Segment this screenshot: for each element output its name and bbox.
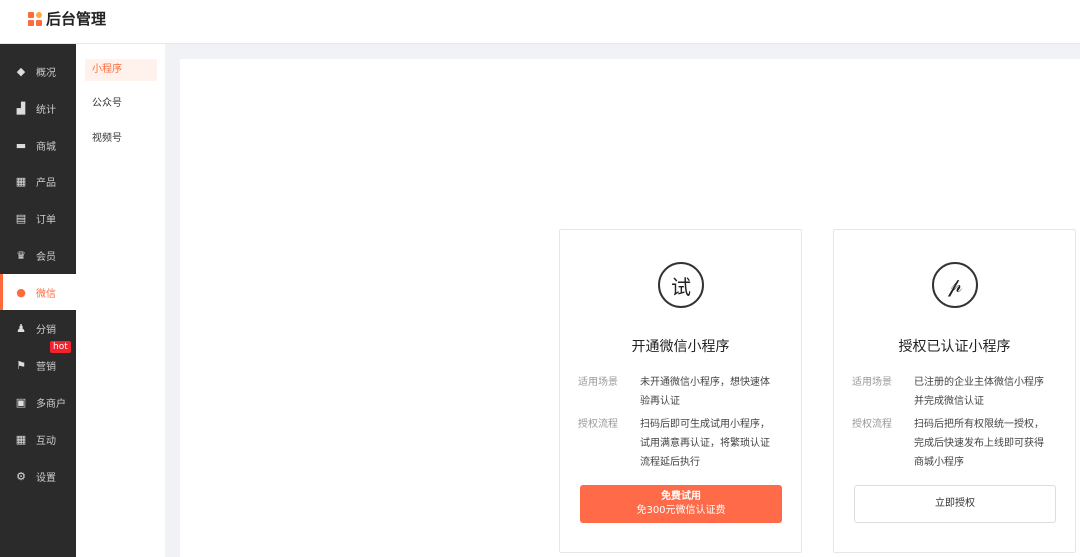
sidebar-item-label: 概况 [36,67,56,79]
sidebar-item-label: 设置 [36,472,56,484]
card-title: 授权已认证小程序 [898,339,1011,355]
sidebar-item-wechat[interactable]: ● 微信 [0,274,76,310]
trial-icon: 试 [658,262,704,308]
flow-label: 授权流程 [578,419,618,430]
scene-label: 适用场景 [852,377,892,388]
grid-icon: ▦ [15,174,27,188]
sidebar-item-label: 互动 [36,435,56,447]
sidebar-item-members[interactable]: ♛ 会员 [0,237,76,273]
app-title: 后台管理 [46,10,107,28]
logo-icon [28,11,42,26]
wechat-icon: ● [16,285,26,299]
hot-badge: hot [50,341,71,353]
layers-icon: ◆ [16,64,26,78]
scene-row: 适用场景 未开通微信小程序，想快速体 验再认证 [578,373,788,411]
free-trial-button[interactable]: 免费试用 免300元微信认证费 [580,485,782,523]
card-title: 开通微信小程序 [631,339,730,355]
sidebar-item-store[interactable]: ▬ 商城 [0,127,76,163]
trial-miniprogram-card: 试 开通微信小程序 适用场景 未开通微信小程序，想快速体 验再认证 授权流程 扫码… [559,229,802,553]
sidebar-item-label: 营销 [36,361,56,373]
flow-row: 授权流程 扫码后即可生成试用小程序， 试用满意再认证，将繁琐认证 流程延后执行 [578,415,788,472]
sidebar-item-label: 订单 [36,214,56,226]
sidebar-item-merchants[interactable]: ▣ 多商户 [0,384,76,420]
logo[interactable]: 后台管理 [28,8,106,29]
authorize-now-button[interactable]: 立即授权 [854,485,1056,523]
scene-row: 适用场景 已注册的企业主体微信小程序 并完成微信认证 [852,373,1062,411]
sidebar-item-label: 统计 [36,104,56,116]
sidebar-item-orders[interactable]: ▤ 订单 [0,200,76,236]
chart-icon: ▟ [16,101,26,115]
users-icon: ♟ [16,321,26,335]
clipboard-icon: ▤ [15,211,27,225]
miniprogram-logo-icon: 𝓅 [932,262,978,308]
subnav-item-miniprogram[interactable]: 小程序 [85,59,157,81]
sidebar-item-label: 会员 [36,251,56,263]
scene-text: 已注册的企业主体微信小程序 并完成微信认证 [914,377,1044,407]
authorize-miniprogram-card: 𝓅 授权已认证小程序 适用场景 已注册的企业主体微信小程序 并完成微信认证 授权流… [833,229,1076,553]
merchant-icon: ▣ [15,395,27,409]
sidebar-item-label: 分销 [36,324,56,336]
top-bar: 后台管理 [0,0,1080,44]
sidebar-item-label: 商城 [36,141,56,153]
sidebar-item-label: 多商户 [36,398,66,410]
sidebar-item-interaction[interactable]: ▦ 互动 [0,421,76,457]
sidebar-item-settings[interactable]: ⚙ 设置 [0,458,76,494]
scene-text: 未开通微信小程序，想快速体 验再认证 [640,377,770,407]
sidebar-item-marketing[interactable]: hot ⚑ 营销 [0,341,76,383]
flow-row: 授权流程 扫码后把所有权限统一授权， 完成后快速发布上线即可获得 商城小程序 [852,415,1062,472]
flow-text: 扫码后把所有权限统一授权， 完成后快速发布上线即可获得 商城小程序 [914,419,1044,468]
flow-label: 授权流程 [852,419,892,430]
flow-text: 扫码后即可生成试用小程序， 试用满意再认证，将繁琐认证 流程延后执行 [640,419,770,468]
sidebar-item-label: 微信 [36,288,56,300]
apps-icon: ▦ [15,432,27,446]
subnav-item-official-account[interactable]: 公众号 [85,93,157,115]
sub-navigation: 小程序 公众号 视频号 [76,44,165,557]
sidebar-item-overview[interactable]: ◆ 概况 [0,53,76,89]
free-trial-label: 免费试用 [661,491,701,502]
crown-icon: ♛ [16,248,26,262]
flag-icon: ⚑ [16,358,26,372]
free-trial-sublabel: 免300元微信认证费 [636,505,726,516]
sidebar: ◆ 概况 ▟ 统计 ▬ 商城 ▦ 产品 ▤ 订单 ♛ 会员 ● 微信 ♟ 分销 hot ⚑ 营销 ▣… [0,44,76,557]
sidebar-item-label: 产品 [36,177,56,189]
store-icon: ▬ [15,138,27,152]
subnav-item-channels[interactable]: 视频号 [85,128,157,150]
gear-icon: ⚙ [16,469,26,483]
sidebar-item-products[interactable]: ▦ 产品 [0,163,76,199]
sidebar-item-stats[interactable]: ▟ 统计 [0,90,76,126]
scene-label: 适用场景 [578,377,618,388]
